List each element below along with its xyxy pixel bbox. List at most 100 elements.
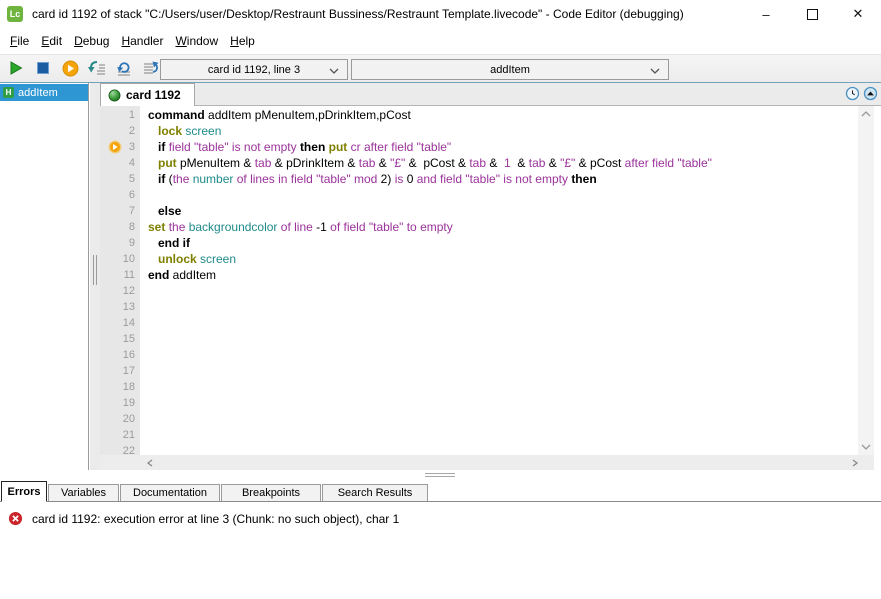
clock-icon[interactable] xyxy=(845,86,860,101)
scroll-left-icon[interactable] xyxy=(147,459,153,467)
line-number[interactable]: 6 xyxy=(105,187,135,203)
sidebar-item-additem[interactable]: HaddItem xyxy=(0,84,88,101)
code-token: put xyxy=(158,156,177,170)
code-line[interactable]: end if xyxy=(140,235,858,251)
line-number[interactable]: 13 xyxy=(105,299,135,315)
line-number[interactable]: 5 xyxy=(105,171,135,187)
code-line[interactable] xyxy=(140,427,858,443)
line-number[interactable]: 9 xyxy=(105,235,135,251)
window-controls: – ✕ xyxy=(743,0,881,28)
code-token: set xyxy=(148,220,165,234)
code-token: tab xyxy=(469,156,486,170)
code-token: backgroundcolor xyxy=(189,220,278,234)
horizontal-splitter[interactable] xyxy=(0,470,881,481)
handler-icon: H xyxy=(3,87,14,98)
code-line[interactable]: set the backgroundcolor of line -1 of fi… xyxy=(140,219,858,235)
close-button[interactable]: ✕ xyxy=(835,0,881,28)
line-number[interactable]: 18 xyxy=(105,379,135,395)
context-dropdown[interactable]: card id 1192, line 3 xyxy=(160,59,348,80)
code-token: the xyxy=(173,172,193,186)
code-line[interactable] xyxy=(140,379,858,395)
line-number[interactable]: 7 xyxy=(105,203,135,219)
code-token: field "table" is not empty xyxy=(169,140,300,154)
code-token: screen xyxy=(200,252,236,266)
minimize-button[interactable]: – xyxy=(743,0,789,28)
code-line[interactable]: lock screen xyxy=(140,123,858,139)
menu-help[interactable]: Help xyxy=(224,31,261,51)
line-number[interactable]: 22 xyxy=(105,443,135,455)
line-number[interactable]: 20 xyxy=(105,411,135,427)
code-line[interactable] xyxy=(140,395,858,411)
bottom-tab-breakpoints[interactable]: Breakpoints xyxy=(221,484,321,502)
vertical-scrollbar[interactable] xyxy=(858,106,874,455)
collapse-panel-icon[interactable] xyxy=(863,86,878,101)
line-number[interactable]: 8 xyxy=(105,219,135,235)
line-number[interactable]: 15 xyxy=(105,331,135,347)
horizontal-scrollbar[interactable] xyxy=(100,455,874,470)
code-line[interactable]: end addItem xyxy=(140,267,858,283)
menu-edit[interactable]: Edit xyxy=(35,31,68,51)
line-number[interactable]: 11 xyxy=(105,267,135,283)
bottom-tab-errors[interactable]: Errors xyxy=(1,481,47,502)
toolbar: card id 1192, line 3 addItem xyxy=(0,54,881,83)
code-line[interactable] xyxy=(140,411,858,427)
bottom-tab-variables[interactable]: Variables xyxy=(48,484,119,502)
line-number[interactable]: 14 xyxy=(105,315,135,331)
vertical-splitter[interactable] xyxy=(90,83,100,471)
step-over-button[interactable] xyxy=(60,58,80,78)
code-line[interactable] xyxy=(140,331,858,347)
line-number[interactable]: 16 xyxy=(105,347,135,363)
bottom-tab-search-results[interactable]: Search Results xyxy=(322,484,428,502)
code-token: & pCost & xyxy=(405,156,469,170)
run-to-line-button[interactable] xyxy=(141,58,161,78)
code-token: of field "table" to empty xyxy=(330,220,453,234)
step-out-button[interactable] xyxy=(114,58,134,78)
step-into-button[interactable] xyxy=(87,58,107,78)
code-editor-area[interactable]: command addItem pMenuItem,pDrinkItem,pCo… xyxy=(140,106,858,455)
run-button[interactable] xyxy=(6,58,26,78)
sidebar-item-label: addItem xyxy=(18,87,58,99)
line-number[interactable]: 19 xyxy=(105,395,135,411)
menu-debug[interactable]: Debug xyxy=(68,31,115,51)
code-line[interactable]: command addItem pMenuItem,pDrinkItem,pCo… xyxy=(140,107,858,123)
line-number[interactable]: 2 xyxy=(105,123,135,139)
line-number[interactable]: 12 xyxy=(105,283,135,299)
menu-bar: FileEditDebugHandlerWindowHelp xyxy=(0,28,881,54)
code-line[interactable]: else xyxy=(140,203,858,219)
code-line[interactable] xyxy=(140,187,858,203)
code-token: 1 xyxy=(504,156,511,170)
stop-button[interactable] xyxy=(33,58,53,78)
scroll-up-icon[interactable] xyxy=(861,111,871,117)
code-token: end xyxy=(148,268,169,282)
menu-window[interactable]: Window xyxy=(169,31,224,51)
code-line[interactable]: if field "table" is not empty then put c… xyxy=(140,139,858,155)
handler-dropdown[interactable]: addItem xyxy=(351,59,669,80)
chevron-down-icon xyxy=(329,68,339,74)
code-token: 2) xyxy=(377,172,394,186)
line-number[interactable]: 17 xyxy=(105,363,135,379)
code-line[interactable] xyxy=(140,443,858,455)
code-line[interactable] xyxy=(140,283,858,299)
code-line[interactable] xyxy=(140,315,858,331)
code-line[interactable] xyxy=(140,363,858,379)
scroll-down-icon[interactable] xyxy=(861,444,871,450)
code-token: end if xyxy=(158,236,190,250)
code-line[interactable]: unlock screen xyxy=(140,251,858,267)
line-number[interactable]: 4 xyxy=(105,155,135,171)
code-line[interactable]: put pMenuItem & tab & pDrinkItem & tab &… xyxy=(140,155,858,171)
line-number[interactable]: 1 xyxy=(105,107,135,123)
error-row[interactable]: card id 1192: execution error at line 3 … xyxy=(0,502,881,526)
bottom-tab-documentation[interactable]: Documentation xyxy=(120,484,220,502)
menu-handler[interactable]: Handler xyxy=(115,31,169,51)
tab-card-1192[interactable]: card 1192 xyxy=(100,83,195,106)
gutter[interactable]: 12345678910111213141516171819202122 xyxy=(100,106,140,455)
menu-file[interactable]: File xyxy=(4,31,35,51)
line-number[interactable]: 10 xyxy=(105,251,135,267)
code-line[interactable] xyxy=(140,347,858,363)
maximize-icon xyxy=(807,9,818,20)
code-line[interactable] xyxy=(140,299,858,315)
scroll-right-icon[interactable] xyxy=(852,459,858,467)
line-number[interactable]: 21 xyxy=(105,427,135,443)
code-line[interactable]: if (the number of lines in field "table"… xyxy=(140,171,858,187)
maximize-button[interactable] xyxy=(789,0,835,28)
